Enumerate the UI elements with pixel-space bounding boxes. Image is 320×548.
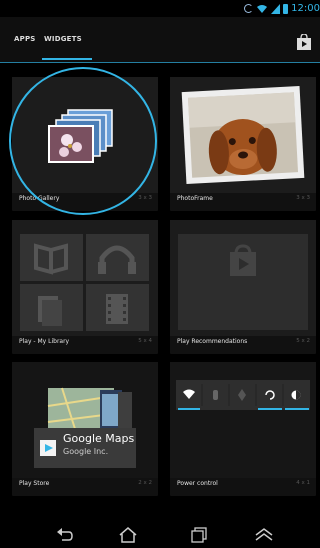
library-tiles xyxy=(20,234,149,331)
widget-preview xyxy=(12,77,158,193)
widget-label: Power control xyxy=(177,480,218,487)
tab-apps[interactable]: APPS xyxy=(14,17,36,62)
store-preview-cards xyxy=(34,387,136,468)
recent-apps-icon[interactable] xyxy=(189,526,209,544)
widget-preview xyxy=(170,220,316,336)
home-icon[interactable] xyxy=(118,526,138,544)
wifi-icon xyxy=(257,4,268,13)
widget-size: 5 x 4 xyxy=(138,338,152,344)
signal-icon xyxy=(271,3,281,14)
power-control-bar xyxy=(176,380,310,410)
tab-bar: APPS WIDGETS xyxy=(0,17,320,62)
photo-stack-icon xyxy=(48,109,113,163)
widget-size: 2 x 2 xyxy=(138,480,152,486)
clock: 12:00 xyxy=(291,3,320,14)
widget-label: Photo Gallery xyxy=(19,195,60,202)
tab-divider xyxy=(0,62,320,63)
tab-selected-indicator xyxy=(42,58,92,60)
menu-icon[interactable] xyxy=(254,526,274,544)
widget-size: 3 x 3 xyxy=(138,195,152,201)
store-preview-app-title: Google Maps xyxy=(63,432,135,445)
back-icon[interactable] xyxy=(54,526,74,544)
status-bar: 12:00 xyxy=(0,0,320,17)
widget-size: 4 x 1 xyxy=(296,480,310,486)
widget-preview xyxy=(170,77,316,193)
photo-frame-image xyxy=(181,85,305,185)
tab-widgets[interactable]: WIDGETS xyxy=(44,17,92,62)
play-store-bag-icon[interactable] xyxy=(297,34,311,50)
widget-photo-gallery[interactable]: Photo Gallery 3 x 3 xyxy=(12,77,158,211)
battery-icon xyxy=(283,3,289,14)
widget-play-recommendations[interactable]: Play Recommendations 5 x 2 xyxy=(170,220,316,354)
store-preview-app-developer: Google Inc. xyxy=(63,447,109,456)
sync-icon xyxy=(244,4,254,13)
widget-size: 5 x 2 xyxy=(296,338,310,344)
widget-label: Play Recommendations xyxy=(177,338,248,345)
widget-preview xyxy=(170,362,316,478)
widget-photoframe[interactable]: PhotoFrame 3 x 3 xyxy=(170,77,316,211)
widget-power-control[interactable]: Power control 4 x 1 xyxy=(170,362,316,496)
widget-play-store[interactable]: Google Maps Google Inc. Play Store 2 x 2 xyxy=(12,362,158,496)
navigation-bar xyxy=(0,522,320,548)
widget-preview: Google Maps Google Inc. xyxy=(12,362,158,478)
widget-label: PhotoFrame xyxy=(177,195,213,202)
bluetooth-icon xyxy=(213,390,218,400)
recommendations-preview xyxy=(178,234,308,330)
widget-label: Play Store xyxy=(19,480,50,487)
widget-label: Play - My Library xyxy=(19,338,70,345)
magazine-icon xyxy=(38,296,62,326)
widget-play-my-library[interactable]: Play - My Library 5 x 4 xyxy=(12,220,158,354)
widget-preview xyxy=(12,220,158,336)
widget-size: 3 x 3 xyxy=(296,195,310,201)
status-icons: 12:00 xyxy=(244,1,320,16)
